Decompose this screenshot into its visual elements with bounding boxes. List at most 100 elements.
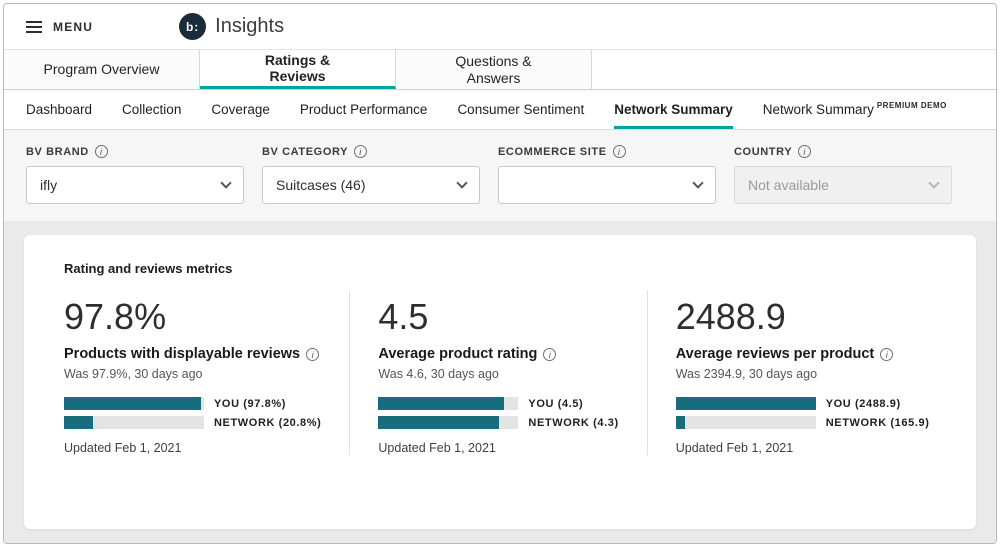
subnav-item-product-performance[interactable]: Product Performance: [300, 90, 428, 129]
select-value: Suitcases (46): [276, 177, 365, 193]
content-area: Rating and reviews metrics 97.8% Product…: [4, 221, 996, 543]
chevron-down-icon: [928, 177, 939, 188]
network-bar-row: NETWORK (4.3): [378, 416, 618, 429]
metric-previous: Was 4.6, 30 days ago: [378, 367, 618, 381]
you-bar: [676, 397, 816, 410]
filter-country: COUNTRY Not available: [734, 145, 952, 204]
network-bar: [64, 416, 204, 429]
select-value: Not available: [748, 177, 829, 193]
you-bar-fill: [676, 397, 816, 410]
hamburger-icon: [26, 21, 42, 33]
subnav-label: Product Performance: [300, 102, 428, 117]
select-value: ifly: [40, 177, 57, 193]
subnav-label: Dashboard: [26, 102, 92, 117]
info-icon[interactable]: [613, 145, 626, 158]
filter-label: ECOMMERCE SITE: [498, 145, 716, 158]
filter-label-text: COUNTRY: [734, 146, 792, 158]
subnav-label: Network Summary: [763, 102, 874, 117]
updated-timestamp: Updated Feb 1, 2021: [676, 441, 930, 455]
network-bar-row: NETWORK (20.8%): [64, 416, 321, 429]
network-bar-fill: [676, 416, 685, 429]
you-bar-label: YOU (97.8%): [214, 398, 286, 410]
info-icon[interactable]: [306, 348, 319, 361]
info-icon[interactable]: [880, 348, 893, 361]
subnav-label: Collection: [122, 102, 181, 117]
metrics-row: 97.8% Products with displayable reviews …: [64, 290, 936, 455]
metric-value: 2488.9: [676, 296, 930, 338]
you-bar-label: YOU (4.5): [528, 398, 583, 410]
subnav-label: Network Summary: [614, 102, 733, 117]
metric-label: Average reviews per product: [676, 346, 930, 362]
metric-label-text: Average product rating: [378, 346, 537, 362]
filter-ecommerce-site: ECOMMERCE SITE: [498, 145, 716, 204]
subnav-item-coverage[interactable]: Coverage: [211, 90, 270, 129]
chevron-down-icon: [220, 177, 231, 188]
you-bar-row: YOU (97.8%): [64, 397, 321, 410]
metric-previous: Was 2394.9, 30 days ago: [676, 367, 930, 381]
tab-questions-answers[interactable]: Questions & Answers: [396, 50, 592, 89]
filter-label-text: BV CATEGORY: [262, 146, 348, 158]
network-bar-fill: [378, 416, 498, 429]
filter-label-text: ECOMMERCE SITE: [498, 146, 607, 158]
tab-ratings-reviews[interactable]: Ratings & Reviews: [200, 50, 396, 89]
filter-label-text: BV BRAND: [26, 146, 89, 158]
top-bar: MENU b: Insights: [4, 4, 996, 50]
metric-value: 4.5: [378, 296, 618, 338]
menu-label: MENU: [53, 20, 93, 34]
metric-label-text: Products with displayable reviews: [64, 346, 300, 362]
you-bar: [64, 397, 204, 410]
subnav-item-network-summary[interactable]: Network Summary: [614, 90, 733, 129]
metrics-card: Rating and reviews metrics 97.8% Product…: [24, 235, 976, 529]
network-bar-label: NETWORK (20.8%): [214, 417, 321, 429]
chevron-down-icon: [456, 177, 467, 188]
premium-demo-badge: PREMIUM DEMO: [877, 101, 947, 110]
filter-bv-category: BV CATEGORY Suitcases (46): [262, 145, 480, 204]
filter-label: BV CATEGORY: [262, 145, 480, 158]
tab-program-overview[interactable]: Program Overview: [4, 50, 200, 89]
metric-label: Products with displayable reviews: [64, 346, 321, 362]
filter-bar: BV BRAND ifly BV CATEGORY Suitcases (46)…: [4, 130, 996, 221]
subnav-item-collection[interactable]: Collection: [122, 90, 181, 129]
country-select: Not available: [734, 166, 952, 204]
metric-displayable-reviews: 97.8% Products with displayable reviews …: [64, 290, 349, 455]
you-bar-fill: [64, 397, 201, 410]
network-bar-label: NETWORK (4.3): [528, 417, 618, 429]
network-bar-label: NETWORK (165.9): [826, 417, 930, 429]
subnav-item-dashboard[interactable]: Dashboard: [26, 90, 92, 129]
info-icon[interactable]: [543, 348, 556, 361]
metric-label: Average product rating: [378, 346, 618, 362]
you-bar-row: YOU (2488.9): [676, 397, 930, 410]
app-title: Insights: [215, 15, 284, 38]
main-tab-bar: Program Overview Ratings & Reviews Quest…: [4, 50, 996, 90]
filter-label: COUNTRY: [734, 145, 952, 158]
network-bar-row: NETWORK (165.9): [676, 416, 930, 429]
menu-button[interactable]: MENU: [26, 20, 93, 34]
subnav-label: Consumer Sentiment: [457, 102, 584, 117]
metric-reviews-per-product: 2488.9 Average reviews per product Was 2…: [647, 290, 958, 455]
info-icon[interactable]: [354, 145, 367, 158]
bv-category-select[interactable]: Suitcases (46): [262, 166, 480, 204]
bv-brand-select[interactable]: ifly: [26, 166, 244, 204]
metric-label-text: Average reviews per product: [676, 346, 875, 362]
subnav-label: Coverage: [211, 102, 270, 117]
you-bar-row: YOU (4.5): [378, 397, 618, 410]
filter-label: BV BRAND: [26, 145, 244, 158]
metric-value: 97.8%: [64, 296, 321, 338]
network-bar: [378, 416, 518, 429]
sub-nav: Dashboard Collection Coverage Product Pe…: [4, 90, 996, 130]
bazaarvoice-logo-icon: b:: [179, 13, 206, 40]
subnav-item-consumer-sentiment[interactable]: Consumer Sentiment: [457, 90, 584, 129]
tab-bar-spacer: [592, 50, 996, 89]
metric-previous: Was 97.9%, 30 days ago: [64, 367, 321, 381]
you-bar-fill: [378, 397, 504, 410]
ecommerce-site-select[interactable]: [498, 166, 716, 204]
network-bar-fill: [64, 416, 93, 429]
logo-text: b:: [186, 20, 199, 34]
card-title: Rating and reviews metrics: [64, 261, 936, 276]
info-icon[interactable]: [95, 145, 108, 158]
metric-average-rating: 4.5 Average product rating Was 4.6, 30 d…: [349, 290, 646, 455]
tab-label: Questions & Answers: [444, 53, 544, 85]
chevron-down-icon: [692, 177, 703, 188]
info-icon[interactable]: [798, 145, 811, 158]
subnav-item-network-summary-premium[interactable]: Network Summary PREMIUM DEMO: [763, 90, 947, 129]
